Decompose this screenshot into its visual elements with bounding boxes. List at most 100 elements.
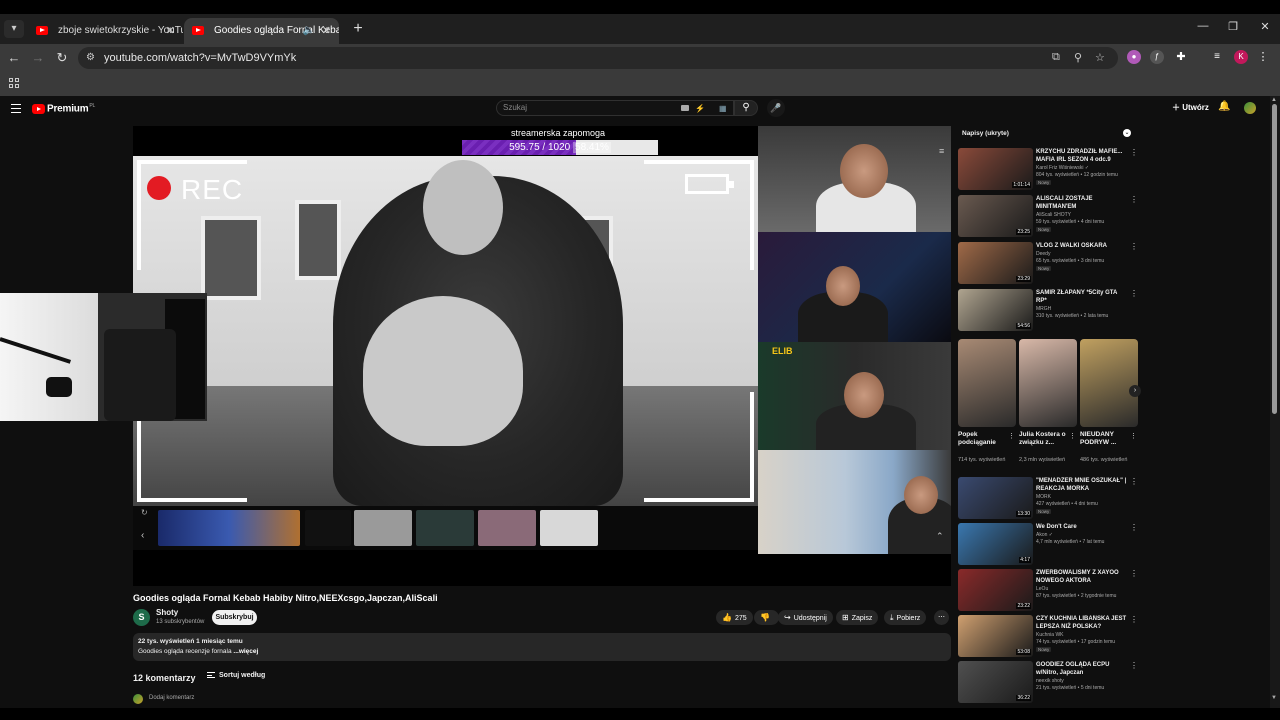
channel-name[interactable]: AliScali SHOTY [1036,212,1071,218]
chevron-down-icon[interactable]: ⌄ [1123,129,1131,137]
channel-name[interactable]: Akon ✓ [1036,532,1053,538]
chevron-right-icon[interactable]: › [1129,385,1141,397]
tab-search-icon[interactable]: ▾ [4,20,24,38]
captions-header[interactable]: Napisy (ukryte) ⌄ [957,127,1137,141]
video-title[interactable]: CZY KUCHNIA LIBAŃSKA JEST LEPSZA NIŻ POL… [1036,615,1128,631]
back-button[interactable]: ← [4,48,24,68]
scrollbar-thumb[interactable] [1272,104,1277,414]
short-title[interactable]: Julia Kostera o związku z... [1019,431,1067,447]
more-options-icon[interactable]: ⋮ [1130,477,1138,486]
scroll-down-icon[interactable]: ▼ [1271,695,1277,701]
more-options-icon[interactable]: ⋮ [1130,148,1138,157]
maximize-icon[interactable]: ❐ [1218,20,1248,33]
short-thumbnail[interactable] [958,339,1016,427]
short-thumbnail[interactable] [1080,339,1138,427]
strip-thumbnail[interactable] [478,510,536,546]
more-actions-button[interactable]: ⋯ [934,610,949,625]
video-thumbnail[interactable]: 23:25 [958,195,1033,237]
scroll-up-icon[interactable]: ▲ [1271,97,1277,103]
tab-zboje-swietokrzyskie[interactable]: zboje swietokrzyskie - YouTube ✕ [28,18,183,44]
extension-icon[interactable]: ƒ [1150,50,1164,64]
video-thumbnail[interactable]: 23:22 [958,569,1033,611]
close-window-icon[interactable]: ✕ [1250,20,1280,33]
account-avatar[interactable] [1244,102,1256,114]
save-button[interactable]: ⊞ Zapisz [836,610,879,625]
video-title[interactable]: "MENADŻER MNIE OSZUKAŁ" | REAKCJA MORKA [1036,477,1128,493]
channel-name[interactable]: Shoty [156,608,178,617]
strip-thumbnail[interactable] [540,510,598,546]
search-button[interactable]: ⚲ [734,100,758,116]
install-app-icon[interactable]: ⧉ [1052,51,1060,64]
recommended-video[interactable]: 53:08 CZY KUCHNIA LIBAŃSKA JEST LEPSZA NI… [958,615,1143,659]
channel-name[interactable]: neexik shoty [1036,678,1064,684]
extension-icon[interactable]: ● [1127,50,1141,64]
short-item[interactable]: Julia Kostera o związku z... 2,3 mln wyś… [1019,339,1077,463]
notifications-bell-icon[interactable]: 🔔 [1218,101,1230,112]
strip-thumbnail[interactable] [354,510,412,546]
bookmark-star-icon[interactable]: ☆ [1095,51,1105,64]
strip-thumbnail[interactable] [158,510,300,546]
video-thumbnail[interactable]: 23:29 [958,242,1033,284]
short-title[interactable]: Popek podciąganie [958,431,1006,447]
video-thumbnail[interactable]: 1:01:14 [958,148,1033,190]
like-button[interactable]: 👍 275 [716,610,753,625]
recommended-video[interactable]: 13:30 "MENADŻER MNIE OSZUKAŁ" | REAKCJA M… [958,477,1143,521]
description-box[interactable]: 22 tys. wyświetleń 1 miesiąc temu Goodie… [133,633,951,661]
more-options-icon[interactable]: ⋮ [1008,432,1015,440]
video-thumbnail[interactable]: 4:17 [958,523,1033,565]
audio-playing-icon[interactable]: 🔈 [303,18,315,44]
show-more-link[interactable]: ...więcej [233,648,258,655]
sort-comments-button[interactable]: Sortuj według [207,672,265,679]
short-item[interactable]: NIEUDANY PODRYW ... 486 tys. wyświetleń … [1080,339,1138,463]
short-title[interactable]: NIEUDANY PODRYW ... [1080,431,1128,447]
channel-name[interactable]: Karol Friz Wiśniewski ✓ [1036,165,1089,171]
more-options-icon[interactable]: ⋮ [1130,195,1138,204]
short-item[interactable]: Popek podciąganie 714 tys. wyświetleń ⋮ [958,339,1016,463]
apps-grid-icon[interactable] [9,78,19,88]
add-comment-input[interactable]: Dodaj komentarz [149,695,194,701]
download-button[interactable]: ⤓ Pobierz [884,610,927,625]
profile-avatar[interactable]: K [1234,50,1248,64]
recommended-video[interactable]: 23:25 ALISCALI ZOSTAJE MINITMAN'EM AliScal… [958,195,1143,239]
forward-button[interactable]: → [28,48,48,68]
share-button[interactable]: ↪ Udostępnij [778,610,833,625]
dislike-button[interactable]: 👎 [754,610,779,625]
video-title[interactable]: We Don't Care [1036,523,1128,531]
panel-menu-icon[interactable]: ≡ [939,146,944,156]
browser-menu-icon[interactable]: ⋮ [1256,50,1270,64]
recommended-video[interactable]: 54:56 SAMIR ZŁAPANY *5City GTA RP* MRGH 310… [958,289,1143,333]
recommended-video[interactable]: 23:22 ZWERBOWALIŚMY Z XAYOO NOWEGO AKTORA… [958,569,1143,613]
short-thumbnail[interactable] [1019,339,1077,427]
more-options-icon[interactable]: ⋮ [1069,432,1076,440]
site-info-icon[interactable]: ⚙ [86,52,98,64]
video-title[interactable]: ZWERBOWALIŚMY Z XAYOO NOWEGO AKTORA [1036,569,1128,585]
reload-button[interactable]: ↻ [52,48,72,68]
search-input[interactable]: Szukaj ⚡ ▦ [496,100,734,116]
channel-name[interactable]: LeOu [1036,586,1048,592]
strip-thumbnail[interactable] [416,510,474,546]
channel-name[interactable]: MORK [1036,494,1051,500]
channel-name[interactable]: Kuchnia WK [1036,632,1064,638]
video-title[interactable]: KRZYCHU ZDRADZIŁ MAFIE... MAFIA IRL SEZO… [1036,148,1128,164]
floating-webcam[interactable] [0,293,207,421]
more-options-icon[interactable]: ⋮ [1130,289,1138,298]
chevron-up-down-icon[interactable]: ⌃ [936,531,944,542]
minimize-icon[interactable]: — [1188,20,1218,32]
youtube-premium-logo[interactable]: PremiumPL [47,103,95,114]
create-button[interactable]: ＋ Utwórz [1172,102,1209,113]
video-thumbnail[interactable]: 54:56 [958,289,1033,331]
keyboard-icon[interactable] [681,105,689,111]
new-tab-button[interactable]: + [347,18,369,40]
video-title[interactable]: VLOG Z WALKI OSKARA [1036,242,1128,250]
more-options-icon[interactable]: ⋮ [1130,569,1138,578]
menu-icon[interactable] [11,104,21,113]
video-title[interactable]: GOODIEZ OGLĄDA ECPU w/Nitro, Japczan [1036,661,1128,677]
youtube-logo-icon[interactable] [32,104,45,114]
channel-name[interactable]: MRGH [1036,306,1051,312]
more-options-icon[interactable]: ⋮ [1130,242,1138,251]
more-options-icon[interactable]: ⋮ [1130,615,1138,624]
channel-name[interactable]: Deedy [1036,251,1050,257]
chevron-left-icon[interactable]: ‹ [141,530,144,541]
voice-search-icon[interactable]: 🎤 [767,99,785,117]
strip-thumbnail[interactable] [305,510,351,546]
